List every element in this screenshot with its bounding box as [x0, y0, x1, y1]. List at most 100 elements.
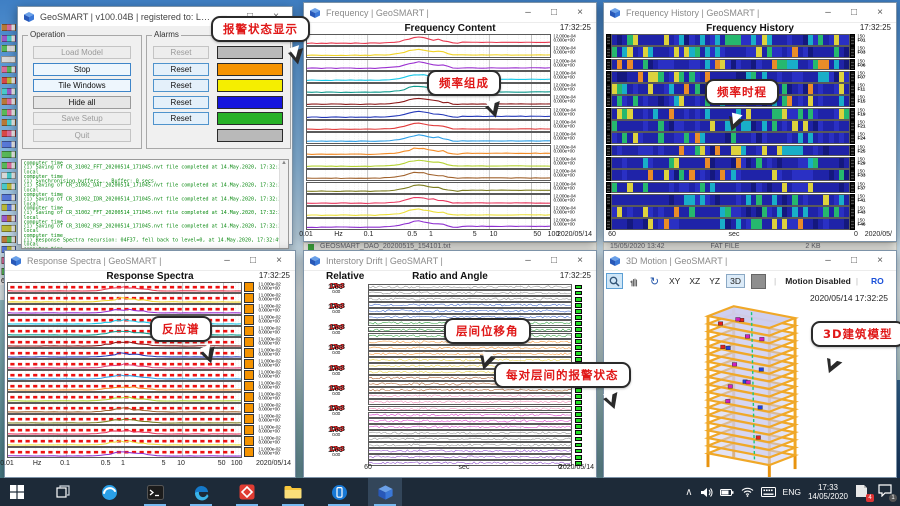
maximize-button[interactable]: □ — [240, 252, 266, 270]
spectrogram-strip-label: | 50 F37 — [857, 181, 866, 191]
file-explorer-button[interactable] — [276, 478, 310, 506]
spectrogram-strip-label: | 50 F03 — [857, 46, 866, 56]
response-titlebar[interactable]: Response Spectra | GeoSMART | – □ × — [5, 251, 295, 271]
clock-time: 17:33 — [817, 483, 838, 492]
battery-icon[interactable] — [719, 487, 734, 498]
response-strip-scale: | 1.000e-02 0.000e+00 — [258, 293, 281, 302]
minimize-button[interactable]: – — [214, 252, 240, 270]
language-indicator[interactable]: ENG — [783, 487, 801, 497]
alarm-reset-button-2[interactable]: Reset — [153, 79, 209, 92]
spectrogram-cell — [844, 71, 850, 82]
maximize-button[interactable]: □ — [841, 4, 867, 22]
close-button[interactable]: × — [567, 252, 593, 270]
terminal-app-button[interactable] — [138, 478, 172, 506]
spectrogram-strip-label: | 50 F06 — [857, 58, 866, 68]
geosmart-taskbar-button[interactable] — [368, 478, 402, 506]
notification-icon-1[interactable]: 4 — [855, 484, 874, 502]
notification-icon-2[interactable]: 1 — [878, 484, 897, 502]
geosmart-cube-icon — [310, 7, 320, 18]
spectrogram-strip-label: | 50 F25 — [857, 144, 866, 154]
frequency-channel-strip: | 2.000e-04 0.000e+00 — [306, 218, 594, 231]
wifi-icon[interactable] — [741, 487, 754, 497]
minimize-button[interactable]: – — [815, 252, 841, 270]
alarm-reset-button-4[interactable]: Reset — [153, 112, 209, 125]
drift-scale-cluster: 1.7e-3 0.00 — [329, 303, 344, 315]
minimize-button[interactable]: – — [515, 4, 541, 22]
file-size: 2 KB — [805, 243, 821, 250]
drift-indicator-square — [575, 314, 582, 320]
drift-plot — [368, 393, 572, 400]
minimize-button[interactable]: – — [815, 4, 841, 22]
log-panel: computer time (i) Saving of CR_31002_FFT_… — [21, 159, 289, 249]
drift-alarm-indicator — [572, 430, 582, 436]
task-view-button[interactable] — [46, 478, 80, 506]
history-titlebar[interactable]: Frequency History | GeoSMART | – □ × — [604, 3, 896, 23]
zoom-tool-button[interactable] — [606, 273, 623, 289]
window-title: Frequency | GeoSMART | — [326, 7, 429, 18]
operation-button-load-model[interactable]: Load Model — [33, 46, 131, 59]
x-tick-label: 5 — [161, 460, 166, 467]
view-xz-button[interactable]: XZ — [686, 275, 703, 287]
window-title: GeoSMART | v100.04B | registered to: Lin… — [40, 11, 211, 22]
edge-browser-button[interactable] — [184, 478, 218, 506]
red-app-button[interactable] — [230, 478, 264, 506]
maximize-button[interactable]: □ — [541, 252, 567, 270]
response-strip-scale: | 1.000e-02 0.000e+00 — [258, 348, 281, 357]
maximize-button[interactable]: □ — [841, 252, 867, 270]
frequency-plot — [306, 107, 551, 120]
legend-bar — [1, 129, 16, 137]
minimize-button[interactable]: – — [515, 252, 541, 270]
tray-expand-chevron-icon[interactable]: ∧ — [685, 487, 692, 498]
drift-plot — [368, 296, 572, 303]
geosmart-cube-icon — [377, 484, 393, 500]
rotate-tool-button[interactable]: ↻ — [646, 273, 663, 289]
view-3d-button[interactable]: 3D — [726, 274, 745, 288]
log-scrollbar[interactable]: ▲ — [279, 160, 288, 248]
alarm-reset-button-3[interactable]: Reset — [153, 95, 209, 109]
drift-plot — [368, 387, 572, 394]
x-tick-label: 0.5 — [407, 231, 418, 238]
color-swatch[interactable] — [750, 273, 766, 289]
view-xy-button[interactable]: XY — [666, 275, 683, 287]
drift-titlebar[interactable]: Interstory Drift | GeoSMART | – □ × — [304, 251, 596, 271]
frequency-channel-strip: | 2.000e-04 0.000e+00 — [306, 120, 594, 133]
alarm-reset-button-0[interactable]: Reset — [153, 46, 209, 59]
drift-indicator-square — [575, 302, 582, 308]
drift-indicator-square — [575, 333, 582, 338]
alarm-status-bar-0 — [217, 46, 283, 59]
operation-button-save-setup[interactable]: Save Setup — [33, 112, 131, 125]
alarm-reset-button-1[interactable]: Reset — [153, 62, 209, 76]
pan-tool-button[interactable] — [626, 273, 643, 289]
maximize-button[interactable]: □ — [541, 4, 567, 22]
close-button[interactable]: × — [266, 252, 292, 270]
ime-keyboard-icon[interactable] — [760, 487, 776, 497]
drift-strip — [368, 435, 582, 442]
operation-button-hide-all[interactable]: Hide all — [33, 95, 131, 109]
legend-bar — [1, 225, 16, 233]
frequency-strip-scale: | 2.000e-04 0.000e+00 — [553, 46, 576, 56]
spectrogram-cell — [844, 182, 850, 193]
view-yz-button[interactable]: YZ — [706, 275, 723, 287]
motion-titlebar[interactable]: 3D Motion | GeoSMART | – □ × — [604, 251, 896, 271]
phone-app-button[interactable] — [322, 478, 356, 506]
operation-button-tile-windows[interactable]: Tile Windows — [33, 79, 131, 92]
drift-alarm-indicator — [572, 314, 582, 320]
start-button[interactable] — [0, 478, 34, 506]
taskbar-clock[interactable]: 17:33 14/05/2020 — [808, 483, 848, 501]
close-button[interactable]: × — [867, 252, 893, 270]
building-3d-model[interactable] — [689, 289, 819, 477]
drift-indicator-square — [575, 430, 582, 436]
spectrogram-cell — [844, 35, 850, 45]
plot-title: Response Spectra — [106, 271, 194, 282]
drift-indicator-square — [575, 436, 582, 442]
alarm-indicator-square — [244, 304, 254, 315]
operation-button-stop[interactable]: Stop — [33, 62, 131, 76]
frequency-x-axis: 0.01 Hz 0.1 0.5 1 5 10 50 100 — [299, 231, 559, 241]
browser-app-button[interactable] — [92, 478, 126, 506]
frequency-titlebar[interactable]: Frequency | GeoSMART | – □ × — [304, 3, 596, 23]
operation-button-quit[interactable]: Quit — [33, 128, 131, 142]
close-button[interactable]: × — [567, 4, 593, 22]
volume-icon[interactable] — [700, 487, 713, 498]
close-button[interactable]: × — [867, 4, 893, 22]
x-tick-label: 60 — [364, 464, 372, 471]
